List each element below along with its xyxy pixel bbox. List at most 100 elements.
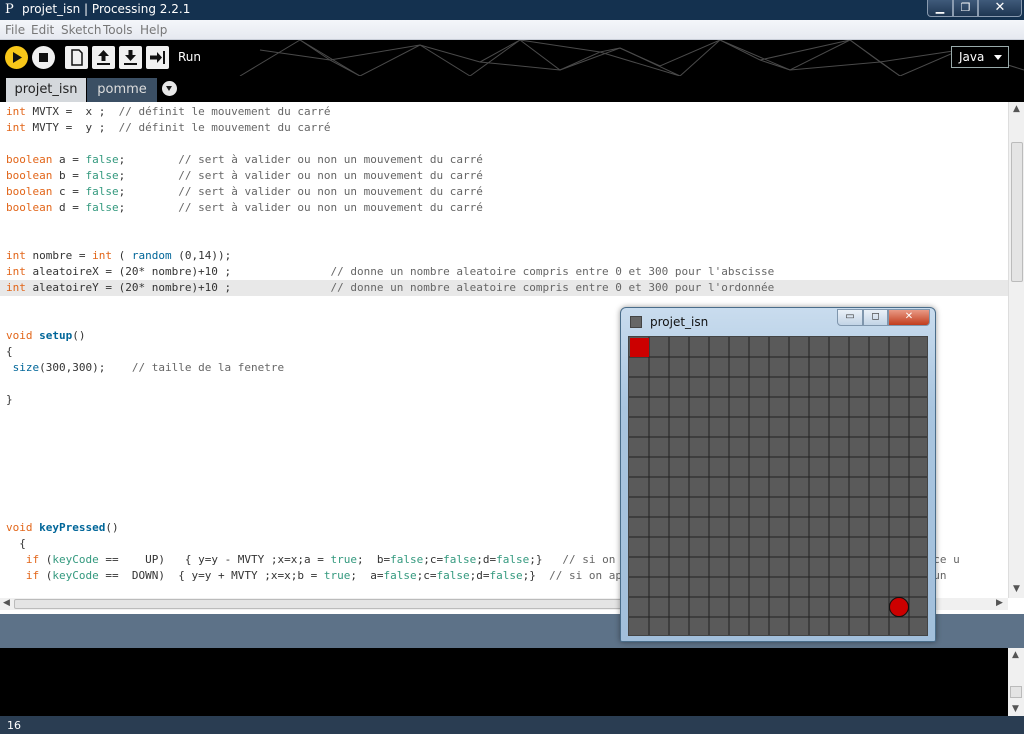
sketch-close-button[interactable]: ✕ (888, 309, 930, 326)
sketch-maximize-button[interactable]: ◻ (863, 309, 888, 326)
status-bar: 16 (0, 716, 1024, 734)
code-token: aleatoireX = (20* nombre)+10 ; (25, 265, 331, 278)
code-line[interactable]: { (6, 344, 13, 360)
code-token: keyCode (52, 553, 99, 566)
code-line[interactable]: int MVTX = x ; // définit le mouvement d… (6, 104, 331, 120)
toolbar-hover-label: Run (178, 50, 202, 64)
code-token: keyPressed (39, 521, 106, 534)
code-token: ; b= (357, 553, 391, 566)
code-token: { (6, 345, 13, 358)
code-line[interactable]: int aleatoireX = (20* nombre)+10 ; // do… (6, 264, 774, 280)
scroll-down-icon[interactable]: ▼ (1013, 584, 1020, 594)
tab-pomme[interactable]: pomme (87, 78, 157, 102)
code-token: ;} (522, 569, 550, 582)
code-token: ; (118, 169, 179, 182)
code-token: b = (52, 169, 86, 182)
code-line[interactable]: void keyPressed() (6, 520, 119, 536)
code-token: ;d= (476, 553, 497, 566)
run-button[interactable] (5, 46, 28, 69)
code-token: setup (39, 329, 73, 342)
code-line[interactable]: { (6, 536, 26, 552)
line-number: 16 (7, 719, 21, 732)
new-sketch-button[interactable] (65, 46, 88, 69)
code-token: MVTX = x ; (25, 105, 119, 118)
close-button[interactable]: ✕ (978, 0, 1022, 17)
tab-projet-isn[interactable]: projet_isn (6, 78, 86, 102)
menu-edit[interactable]: Edit (31, 23, 54, 37)
code-token: if (25, 569, 40, 582)
code-token: MVTY = y ; (25, 121, 119, 134)
sketch-canvas[interactable] (628, 336, 928, 636)
scroll-thumb[interactable] (1011, 142, 1023, 282)
code-token: // sert à valider ou non un mouvement du… (178, 169, 483, 182)
code-token: random (131, 249, 172, 262)
code-token: ( (39, 569, 53, 582)
code-line[interactable]: boolean a = false; // sert à valider ou … (6, 152, 483, 168)
menu-file[interactable]: File (5, 23, 25, 37)
save-sketch-button[interactable] (119, 46, 142, 69)
maximize-button[interactable]: ❐ (953, 0, 978, 17)
code-line[interactable]: boolean c = false; // sert à valider ou … (6, 184, 483, 200)
code-token: false (436, 569, 470, 582)
code-token: // donne un nombre aleatoire compris ent… (330, 281, 775, 294)
code-token: false (85, 201, 119, 214)
code-token: aleatoireY = (20* nombre)+10 ; (25, 281, 331, 294)
export-button[interactable] (146, 46, 169, 69)
code-token: ; (118, 153, 179, 166)
code-token: nombre = (25, 249, 93, 262)
menu-sketch[interactable]: Sketch (61, 23, 101, 37)
code-token: c = (52, 185, 86, 198)
code-token: (300,300); (39, 361, 132, 374)
new-file-icon (71, 49, 83, 66)
scroll-up-icon[interactable]: ▲ (1013, 104, 1020, 114)
code-token: if (25, 553, 40, 566)
mode-select-value: Java (959, 50, 985, 64)
scroll-up-icon[interactable]: ▲ (1012, 650, 1019, 660)
code-line[interactable]: size(300,300); // taille de la fenetre (6, 360, 285, 376)
scroll-down-icon[interactable]: ▼ (1012, 704, 1019, 714)
code-token: ;} (529, 553, 563, 566)
menu-tools[interactable]: Tools (103, 23, 133, 37)
code-line[interactable]: boolean b = false; // sert à valider ou … (6, 168, 483, 184)
code-token: true (330, 553, 358, 566)
code-token: false (443, 553, 477, 566)
scroll-right-icon[interactable]: ▶ (996, 598, 1003, 608)
play-icon (13, 52, 22, 63)
code-line[interactable]: boolean d = false; // sert à valider ou … (6, 200, 483, 216)
open-arrow-up-icon (97, 50, 110, 65)
processing-logo-icon: P (5, 2, 14, 17)
minimize-button[interactable]: ▁ (927, 0, 953, 17)
code-line[interactable]: int aleatoireY = (20* nombre)+10 ; // do… (6, 280, 774, 296)
scroll-thumb[interactable] (1010, 686, 1022, 698)
code-token: false (85, 185, 119, 198)
code-line[interactable]: int MVTY = y ; // définit le mouvement d… (6, 120, 331, 136)
code-token: int (6, 105, 26, 118)
console-area[interactable] (0, 648, 1024, 716)
chevron-down-icon (994, 55, 1002, 60)
stop-button[interactable] (32, 46, 55, 69)
code-token: int (6, 265, 26, 278)
scroll-left-icon[interactable]: ◀ (3, 598, 10, 608)
sketch-minimize-button[interactable]: ▭ (837, 309, 863, 326)
console-scrollbar[interactable]: ▲ ▼ (1008, 648, 1024, 716)
window-title: projet_isn | Processing 2.2.1 (22, 2, 191, 16)
code-line[interactable]: void setup() (6, 328, 86, 344)
tab-menu-dropdown-icon[interactable] (162, 81, 177, 96)
code-token: ;c= (423, 553, 444, 566)
mode-select[interactable]: Java (951, 46, 1009, 68)
menu-help[interactable]: Help (140, 23, 167, 37)
code-token: ; (118, 201, 179, 214)
code-token: true (323, 569, 351, 582)
code-line[interactable]: int nombre = int ( random (0,14)); (6, 248, 231, 264)
code-token: // sert à valider ou non un mouvement du… (178, 185, 483, 198)
editor-vertical-scrollbar[interactable]: ▲ ▼ (1008, 102, 1024, 598)
sketch-window[interactable]: projet_isn ▭ ◻ ✕ (620, 307, 936, 642)
open-sketch-button[interactable] (92, 46, 115, 69)
code-token: boolean (6, 185, 53, 198)
code-token: false (85, 169, 119, 182)
code-line[interactable]: } (6, 392, 13, 408)
code-token: } (6, 393, 13, 406)
